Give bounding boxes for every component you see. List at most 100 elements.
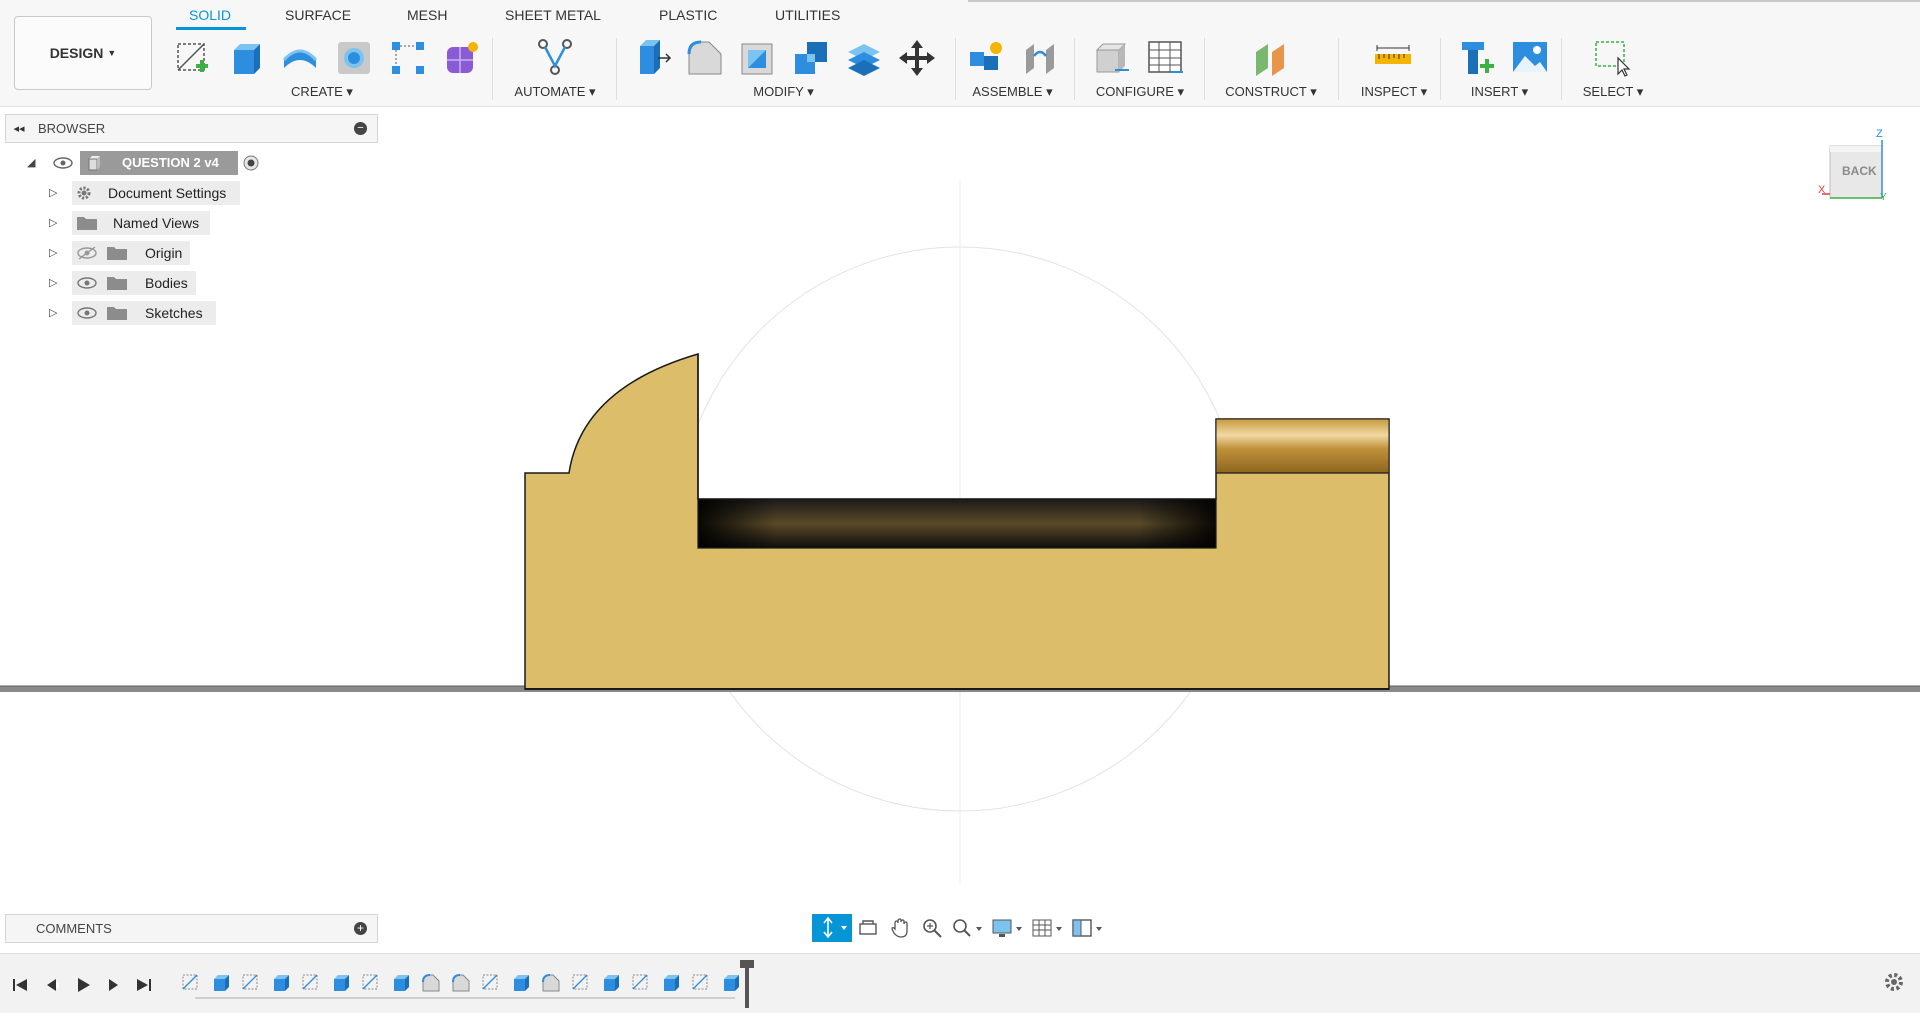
- construct-menu[interactable]: CONSTRUCT ▾: [1212, 84, 1330, 100]
- timeline-fillet-icon[interactable]: [538, 970, 564, 996]
- configure-table-icon[interactable]: [1143, 36, 1187, 80]
- revolve-icon[interactable]: [278, 36, 322, 80]
- eye-hidden-icon[interactable]: [76, 246, 98, 260]
- activate-radio-icon[interactable]: [243, 155, 259, 171]
- browser-item-origin[interactable]: ▷ Origin: [0, 241, 380, 265]
- expand-triangle-icon[interactable]: ▷: [49, 216, 57, 229]
- viewports-dropdown[interactable]: [1068, 914, 1108, 942]
- go-to-end-icon[interactable]: [134, 976, 154, 994]
- timeline-sketch-icon[interactable]: [628, 970, 654, 996]
- browser-item-document-settings[interactable]: ▷ Document Settings: [0, 181, 380, 205]
- minimize-browser-button[interactable]: −: [354, 122, 367, 135]
- timeline-fillet-icon[interactable]: [418, 970, 444, 996]
- eye-icon[interactable]: [76, 276, 98, 290]
- select-menu[interactable]: SELECT ▾: [1568, 84, 1658, 100]
- hole-icon[interactable]: [332, 36, 376, 80]
- timeline-extrude-icon[interactable]: [658, 970, 684, 996]
- extrude-icon[interactable]: [224, 36, 268, 80]
- cylinder-feature[interactable]: [1215, 418, 1390, 474]
- display-settings-dropdown[interactable]: [988, 914, 1028, 942]
- pan-hand-icon[interactable]: [884, 914, 916, 942]
- combine-icon[interactable]: [789, 36, 833, 80]
- timeline-extrude-icon[interactable]: [598, 970, 624, 996]
- browser-root-row[interactable]: ◢ QUESTION 2 v4: [0, 151, 380, 175]
- assemble-menu[interactable]: ASSEMBLE ▾: [960, 84, 1065, 100]
- insert-bolt-icon[interactable]: [1454, 36, 1498, 80]
- select-icon[interactable]: [1590, 36, 1634, 80]
- configure-menu[interactable]: CONFIGURE ▾: [1085, 84, 1195, 100]
- timeline-sketch-icon[interactable]: [568, 970, 594, 996]
- move-icon[interactable]: [895, 36, 939, 80]
- origin-node[interactable]: Origin: [72, 241, 190, 265]
- browser-item-sketches[interactable]: ▷ Sketches: [0, 301, 380, 325]
- timeline-extrude-icon[interactable]: [328, 970, 354, 996]
- expand-triangle-icon[interactable]: ▷: [49, 246, 57, 259]
- viewcube-face-label[interactable]: BACK: [1842, 164, 1877, 178]
- insert-image-icon[interactable]: [1508, 36, 1552, 80]
- new-component-icon[interactable]: [964, 36, 1008, 80]
- play-icon[interactable]: [73, 976, 93, 994]
- press-pull-icon[interactable]: [630, 36, 674, 80]
- tab-plastic[interactable]: PLASTIC: [659, 7, 717, 23]
- plane-icon[interactable]: [1248, 36, 1292, 80]
- viewcube[interactable]: BACK Z X Y: [1818, 128, 1888, 208]
- zoom-window-dropdown[interactable]: [948, 914, 988, 942]
- browser-item-bodies[interactable]: ▷ Bodies: [0, 271, 380, 295]
- timeline-sketch-icon[interactable]: [688, 970, 714, 996]
- look-at-icon[interactable]: [852, 914, 884, 942]
- step-back-icon[interactable]: [42, 976, 62, 994]
- modify-menu[interactable]: MODIFY ▾: [626, 84, 941, 100]
- bodies-node[interactable]: Bodies: [72, 271, 196, 295]
- timeline-sketch-icon[interactable]: [238, 970, 264, 996]
- timeline-sketch-icon[interactable]: [358, 970, 384, 996]
- root-component[interactable]: QUESTION 2 v4: [80, 151, 238, 175]
- shell-icon[interactable]: [736, 36, 780, 80]
- automate-icon[interactable]: [533, 36, 577, 80]
- named-views-node[interactable]: Named Views: [72, 211, 210, 235]
- add-comment-button[interactable]: +: [354, 922, 367, 935]
- create-menu[interactable]: CREATE ▾: [166, 84, 478, 100]
- document-settings-node[interactable]: Document Settings: [72, 181, 240, 205]
- timeline-settings-gear-icon[interactable]: [1882, 970, 1906, 994]
- timeline-sketch-icon[interactable]: [478, 970, 504, 996]
- go-to-start-icon[interactable]: [10, 976, 30, 994]
- automate-menu[interactable]: AUTOMATE ▾: [500, 84, 610, 100]
- timeline-extrude-icon[interactable]: [268, 970, 294, 996]
- joint-icon[interactable]: [1018, 36, 1062, 80]
- collapse-triangle-icon[interactable]: ◢: [27, 156, 35, 169]
- tab-solid[interactable]: SOLID: [189, 7, 231, 23]
- timeline-fillet-icon[interactable]: [448, 970, 474, 996]
- step-forward-icon[interactable]: [103, 976, 123, 994]
- insert-menu[interactable]: INSERT ▾: [1452, 84, 1547, 100]
- grid-settings-dropdown[interactable]: [1028, 914, 1068, 942]
- timeline-sketch-icon[interactable]: [178, 970, 204, 996]
- tab-mesh[interactable]: MESH: [407, 7, 447, 23]
- form-icon[interactable]: [440, 36, 484, 80]
- fillet-icon[interactable]: [683, 36, 727, 80]
- timeline-extrude-icon[interactable]: [508, 970, 534, 996]
- collapse-panel-icon[interactable]: ◂◂: [6, 122, 32, 135]
- timeline-sketch-icon[interactable]: [298, 970, 324, 996]
- sketch-icon[interactable]: [170, 36, 214, 80]
- zoom-icon[interactable]: [916, 914, 948, 942]
- sketches-node[interactable]: Sketches: [72, 301, 216, 325]
- tab-utilities[interactable]: UTILITIES: [775, 7, 840, 23]
- eye-icon[interactable]: [76, 306, 98, 320]
- pattern-icon[interactable]: [386, 36, 430, 80]
- offset-face-icon[interactable]: [842, 36, 886, 80]
- expand-triangle-icon[interactable]: ▷: [49, 186, 57, 199]
- orbit-button[interactable]: [812, 914, 852, 942]
- eye-icon[interactable]: [52, 156, 74, 170]
- tab-surface[interactable]: SURFACE: [285, 7, 351, 23]
- timeline-marker[interactable]: [745, 962, 749, 1008]
- tab-sheet-metal[interactable]: SHEET METAL: [505, 7, 601, 23]
- measure-icon[interactable]: [1371, 36, 1415, 80]
- timeline-extrude-icon[interactable]: [718, 970, 744, 996]
- browser-item-named-views[interactable]: ▷ Named Views: [0, 211, 380, 235]
- timeline-extrude-icon[interactable]: [208, 970, 234, 996]
- expand-triangle-icon[interactable]: ▷: [49, 276, 57, 289]
- expand-triangle-icon[interactable]: ▷: [49, 306, 57, 319]
- inspect-menu[interactable]: INSPECT ▾: [1345, 84, 1443, 100]
- timeline-extrude-icon[interactable]: [388, 970, 414, 996]
- configure-icon[interactable]: [1089, 36, 1133, 80]
